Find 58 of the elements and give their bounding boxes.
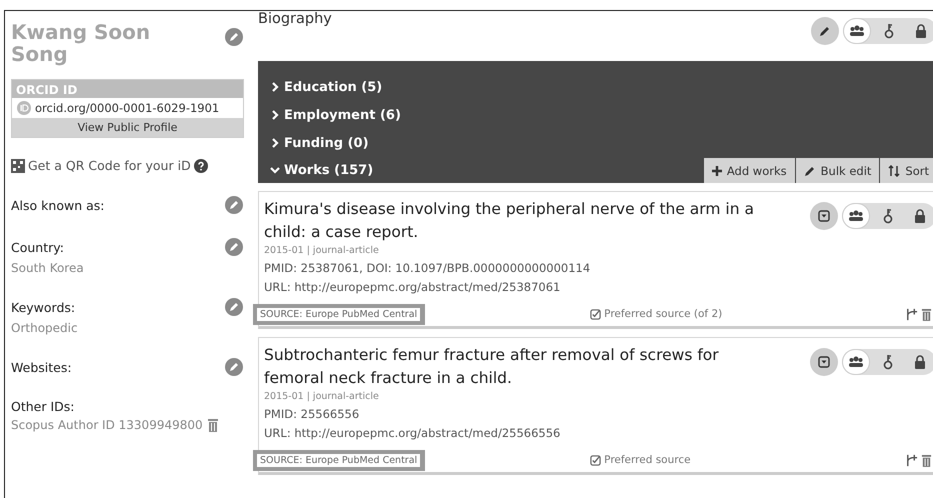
field-label: Also known as: bbox=[11, 198, 104, 212]
view-public-profile-button[interactable]: View Public Profile bbox=[12, 118, 243, 137]
work-meta: 2015-01 | journal-article bbox=[264, 245, 380, 256]
dropdown-icon[interactable] bbox=[810, 202, 838, 230]
chevron-right-icon bbox=[270, 138, 280, 148]
section-toggle[interactable]: Education (5) bbox=[270, 80, 382, 94]
field-label: Country: bbox=[11, 240, 64, 254]
group-icon[interactable] bbox=[844, 19, 870, 43]
section-toggle[interactable]: Funding (0) bbox=[270, 136, 369, 150]
work-source: SOURCE: Europe PubMed Central bbox=[253, 304, 426, 324]
field-value: Scopus Author ID 13309949800 bbox=[11, 418, 203, 432]
work-meta: 2015-01 | journal-article bbox=[264, 391, 380, 402]
privacy-toggle[interactable] bbox=[842, 203, 933, 229]
section-toggle[interactable]: Employment (6) bbox=[270, 108, 401, 122]
sort-icon bbox=[888, 164, 900, 176]
work-identifiers: PMID: 25566556 bbox=[264, 407, 360, 421]
branch-icon[interactable] bbox=[905, 454, 918, 466]
trash-icon[interactable] bbox=[206, 418, 219, 432]
field-value: Orthopedic bbox=[11, 321, 78, 335]
section-toggle[interactable]: Works (157) bbox=[270, 162, 374, 178]
sort-button[interactable]: Sort bbox=[880, 158, 933, 183]
preferred-source-label: Preferred source bbox=[604, 454, 691, 466]
qr-code-link[interactable]: Get a QR Code for your iD bbox=[28, 158, 191, 173]
checkbox-icon bbox=[590, 454, 602, 466]
work-identifiers: PMID: 25387061, DOI: 10.1097/BPB.0000000000000114 bbox=[264, 261, 592, 275]
chevron-right-icon bbox=[270, 110, 280, 120]
checkbox-icon bbox=[590, 308, 602, 320]
help-icon[interactable] bbox=[194, 158, 208, 172]
plus-icon bbox=[712, 166, 722, 176]
biography-heading: Biography bbox=[258, 11, 332, 27]
branch-icon[interactable] bbox=[905, 308, 918, 320]
trash-icon[interactable] bbox=[921, 308, 932, 320]
edit-icon[interactable] bbox=[811, 17, 839, 45]
field-label: Other IDs: bbox=[11, 399, 75, 414]
preferred-source-label: Preferred source (of 2) bbox=[604, 308, 722, 320]
orcid-heading: ORCID ID bbox=[15, 82, 78, 98]
work-url: URL: http://europepmc.org/abstract/med/25387061 bbox=[264, 280, 562, 294]
field-label: Keywords: bbox=[11, 300, 76, 314]
qr-code-icon bbox=[11, 158, 25, 172]
group-icon[interactable] bbox=[843, 350, 869, 374]
work-source: SOURCE: Europe PubMed Central bbox=[253, 450, 426, 470]
trash-icon[interactable] bbox=[921, 454, 932, 466]
dropdown-icon[interactable] bbox=[810, 348, 838, 376]
id-icon bbox=[17, 101, 31, 115]
chevron-right-icon bbox=[270, 82, 280, 92]
bulk-edit-button[interactable]: Bulk edit bbox=[796, 158, 880, 183]
work-title: Subtrochanteric femur fracture after removal of screws for femoral neck fracture in a child. bbox=[264, 345, 720, 389]
field-label: Websites: bbox=[11, 360, 72, 374]
work-title: Kimura's disease involving the peripheral nerve of the arm in a child: a case report. bbox=[264, 199, 755, 243]
privacy-toggle[interactable] bbox=[842, 349, 933, 375]
profile-name: Kwang Soon Song bbox=[11, 21, 152, 65]
pencil-icon bbox=[804, 164, 816, 176]
field-value: South Korea bbox=[11, 261, 84, 275]
chevron-down-icon bbox=[270, 165, 280, 175]
add-works-button[interactable]: Add works bbox=[704, 158, 795, 183]
work-url: URL: http://europepmc.org/abstract/med/25566556 bbox=[264, 426, 562, 440]
group-icon[interactable] bbox=[843, 204, 869, 228]
privacy-toggle[interactable] bbox=[843, 18, 933, 44]
